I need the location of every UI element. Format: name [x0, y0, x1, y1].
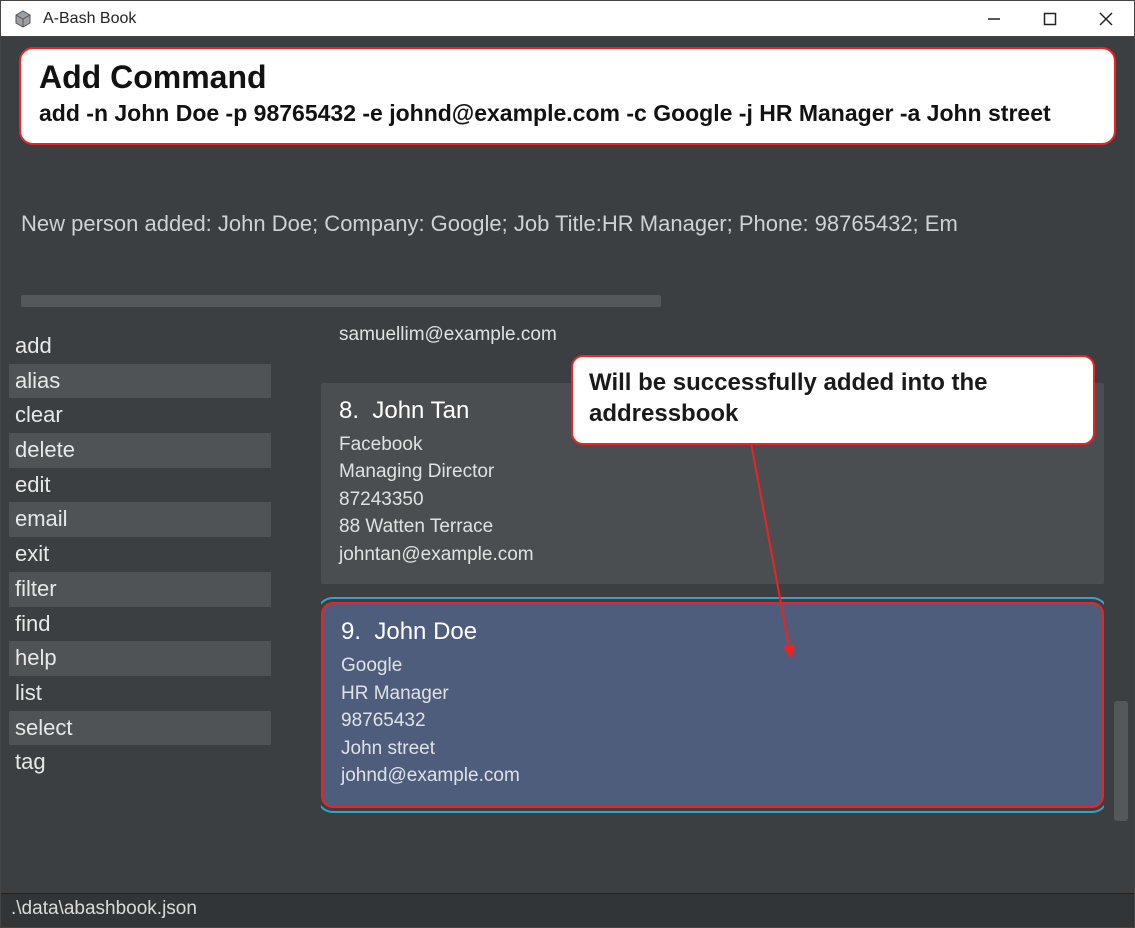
command-callout: Add Command add -n John Doe -p 98765432 …: [19, 47, 1116, 145]
command-item[interactable]: list: [9, 676, 271, 711]
maximize-button[interactable]: [1022, 1, 1078, 37]
annotation-note: Will be successfully added into the addr…: [571, 355, 1095, 445]
command-item[interactable]: find: [9, 607, 271, 642]
command-list: add alias clear delete edit email exit f…: [9, 329, 271, 780]
command-item[interactable]: add: [9, 329, 271, 364]
command-item[interactable]: email: [9, 502, 271, 537]
close-button[interactable]: [1078, 1, 1134, 37]
callout-command-text: add -n John Doe -p 98765432 -e johnd@exa…: [39, 98, 1096, 129]
person-email: johntan@example.com: [339, 541, 1086, 569]
minimize-button[interactable]: [966, 1, 1022, 37]
app-window: A-Bash Book Add Command add -n John Doe …: [0, 0, 1135, 928]
command-item[interactable]: clear: [9, 398, 271, 433]
command-item[interactable]: select: [9, 711, 271, 746]
result-scrollbar-track[interactable]: [21, 295, 1114, 307]
command-item[interactable]: help: [9, 641, 271, 676]
command-item[interactable]: alias: [9, 364, 271, 399]
sidebar: add alias clear delete edit email exit f…: [1, 321, 291, 893]
command-item[interactable]: exit: [9, 537, 271, 572]
app-body: Add Command add -n John Doe -p 98765432 …: [1, 37, 1134, 893]
person-phone: 87243350: [339, 486, 1086, 514]
person-company: Google: [341, 652, 1084, 680]
person-address: 88 Watten Terrace: [339, 513, 1086, 541]
person-email: samuellim@example.com: [339, 321, 1086, 349]
command-item[interactable]: edit: [9, 468, 271, 503]
statusbar: .\data\abashbook.json: [1, 893, 1134, 927]
person-job: HR Manager: [341, 680, 1084, 708]
callout-heading: Add Command: [39, 59, 1096, 96]
command-item[interactable]: filter: [9, 572, 271, 607]
command-item[interactable]: tag: [9, 745, 271, 780]
result-scrollbar-thumb[interactable]: [21, 295, 661, 307]
person-card-selected[interactable]: 9. John Doe Google HR Manager 98765432 J…: [321, 602, 1104, 808]
person-address: John street: [341, 735, 1084, 763]
app-icon: [11, 7, 35, 31]
status-path: .\data\abashbook.json: [11, 898, 197, 919]
person-email: johnd@example.com: [341, 762, 1084, 790]
person-job: Managing Director: [339, 458, 1086, 486]
titlebar: A-Bash Book: [1, 1, 1134, 37]
window-title: A-Bash Book: [43, 10, 136, 28]
person-phone: 98765432: [341, 707, 1084, 735]
cards-scrollbar-thumb[interactable]: [1114, 701, 1128, 821]
result-message: New person added: John Doe; Company: Goo…: [1, 205, 1134, 237]
command-item[interactable]: delete: [9, 433, 271, 468]
person-name: 9. John Doe: [341, 618, 1084, 646]
